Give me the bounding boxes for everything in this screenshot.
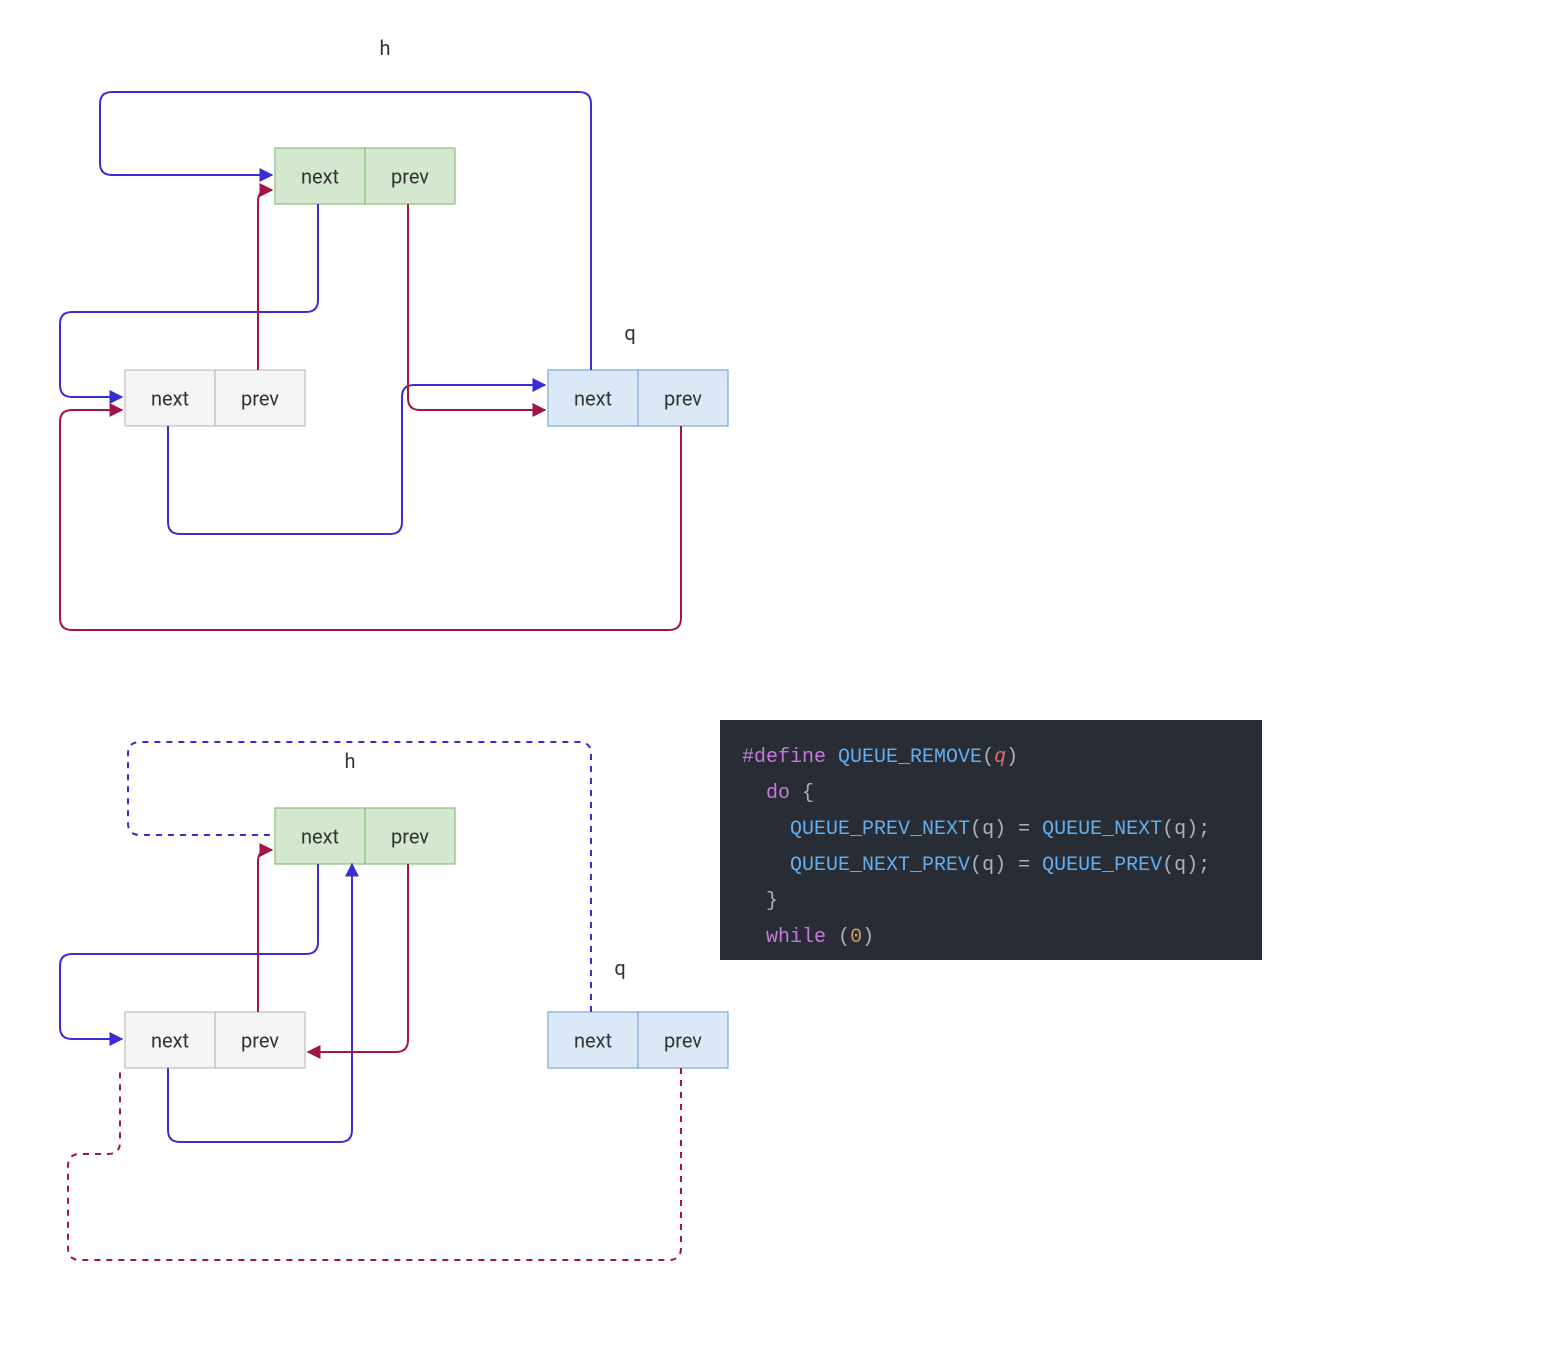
label-q-before: q bbox=[624, 321, 635, 345]
node-mid-after: next prev bbox=[125, 1012, 305, 1068]
tok-brace-close: } bbox=[766, 890, 778, 913]
label-q-after: q bbox=[614, 956, 625, 980]
edge-h-prev-to-mid-after bbox=[308, 864, 408, 1052]
edge-mid-prev-to-h-before bbox=[258, 190, 272, 370]
edge-mid-next-to-h-after bbox=[168, 864, 352, 1142]
tok-brace-open: { bbox=[802, 782, 814, 805]
svg-text:next: next bbox=[151, 1028, 189, 1052]
label-h-after: h bbox=[344, 749, 355, 773]
tok-while: while bbox=[766, 926, 826, 949]
svg-text:prev: prev bbox=[241, 1028, 279, 1052]
tok-l1-rhs: QUEUE_NEXT bbox=[1042, 818, 1162, 841]
label-h-before: h bbox=[379, 36, 390, 60]
code-panel: #define QUEUE_REMOVE(q) do { QUEUE_PREV_… bbox=[720, 720, 1262, 960]
node-q-before: next prev bbox=[548, 370, 728, 426]
svg-text:prev: prev bbox=[391, 824, 429, 848]
tok-macro-name: QUEUE_REMOVE bbox=[838, 746, 982, 769]
node-h-before: next prev bbox=[275, 148, 455, 204]
node-h-prev-label: prev bbox=[391, 164, 429, 188]
edge-h-prev-to-q-before bbox=[408, 204, 545, 410]
svg-text:next: next bbox=[301, 824, 339, 848]
svg-text:prev: prev bbox=[664, 1028, 702, 1052]
node-q-after: next prev bbox=[548, 1012, 728, 1068]
node-mid-next-label: next bbox=[151, 386, 189, 410]
svg-text:next: next bbox=[574, 1028, 612, 1052]
edge-h-next-to-mid-before bbox=[60, 204, 318, 397]
node-h-next-label: next bbox=[301, 164, 339, 188]
tok-l1-lhs: QUEUE_PREV_NEXT bbox=[790, 818, 970, 841]
diagram-before: h q next prev next prev next prev bbox=[60, 36, 728, 630]
tok-param: q bbox=[994, 746, 1006, 769]
node-q-prev-label: prev bbox=[664, 386, 702, 410]
diagram-after: h q next prev next prev next prev bbox=[60, 742, 728, 1260]
edge-mid-prev-to-h-after bbox=[258, 850, 272, 1012]
tok-define: #define bbox=[742, 746, 826, 769]
edge-q-next-to-h-after-dashed bbox=[128, 742, 591, 1012]
node-h-after: next prev bbox=[275, 808, 455, 864]
node-q-next-label: next bbox=[574, 386, 612, 410]
node-mid-before: next prev bbox=[125, 370, 305, 426]
tok-do: do bbox=[766, 782, 790, 805]
node-mid-prev-label: prev bbox=[241, 386, 279, 410]
edge-q-prev-to-mid-before bbox=[60, 410, 681, 630]
tok-l2-lhs: QUEUE_NEXT_PREV bbox=[790, 854, 970, 877]
edge-q-prev-to-mid-after-dashed bbox=[68, 1068, 681, 1260]
tok-zero: 0 bbox=[850, 926, 862, 949]
edge-q-next-to-h-before bbox=[100, 92, 591, 370]
tok-l2-rhs: QUEUE_PREV bbox=[1042, 854, 1162, 877]
